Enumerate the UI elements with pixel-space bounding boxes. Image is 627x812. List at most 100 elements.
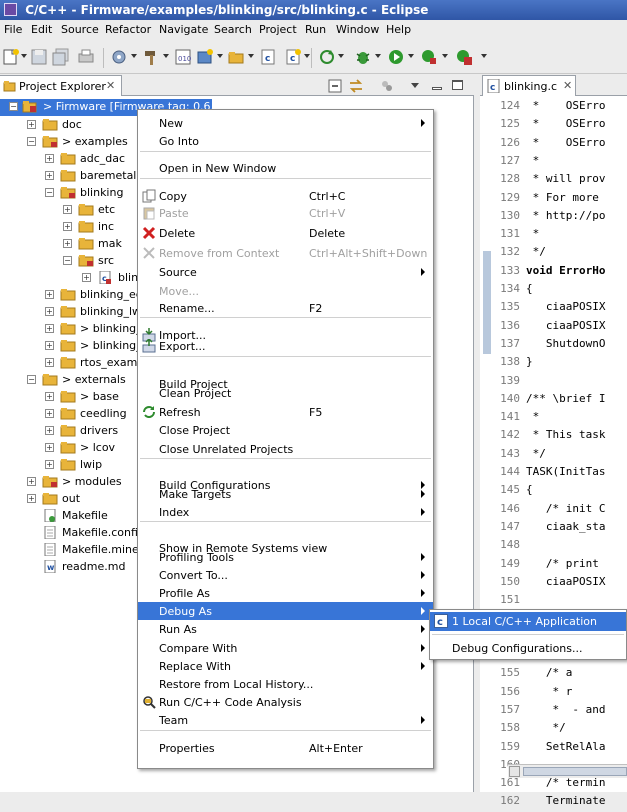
menu-item-properties[interactable]: Properties Alt+Enter bbox=[138, 739, 433, 757]
menu-window[interactable]: Window bbox=[336, 23, 379, 36]
new-icon[interactable] bbox=[2, 48, 20, 66]
run-external-icon[interactable] bbox=[420, 48, 438, 66]
close-icon[interactable]: ✕ bbox=[563, 79, 572, 92]
menu-refactor[interactable]: Refactor bbox=[105, 23, 151, 36]
expand-toggle[interactable]: + bbox=[45, 358, 54, 367]
menu-item-rename[interactable]: Rename... F2 bbox=[138, 299, 433, 317]
menu-item-run-c-c-code-analysis[interactable]: Run C/C++ Code Analysis bbox=[138, 693, 433, 711]
menu-item-delete[interactable]: Delete Delete bbox=[138, 224, 433, 242]
save-icon[interactable] bbox=[30, 48, 48, 66]
menu-source[interactable]: Source bbox=[61, 23, 99, 36]
collapse-toggle[interactable]: − bbox=[63, 256, 72, 265]
menu-item-debug-as[interactable]: Debug As bbox=[138, 602, 433, 620]
menu-item-copy[interactable]: Copy Ctrl+C bbox=[138, 187, 433, 205]
menu-project[interactable]: Project bbox=[259, 23, 297, 36]
expand-toggle[interactable]: + bbox=[45, 290, 54, 299]
debug-icon[interactable] bbox=[354, 48, 372, 66]
eclipse-app-icon bbox=[4, 3, 17, 16]
expand-toggle[interactable]: + bbox=[45, 341, 54, 350]
menu-navigate[interactable]: Navigate bbox=[159, 23, 208, 36]
tree-label: inc bbox=[98, 220, 115, 233]
build-config-icon[interactable] bbox=[110, 48, 128, 66]
horizontal-scrollbar[interactable] bbox=[508, 764, 627, 778]
file-icon bbox=[44, 526, 56, 539]
expand-toggle[interactable]: + bbox=[27, 120, 36, 129]
collapse-toggle[interactable]: − bbox=[9, 102, 18, 111]
collapse-all-icon[interactable] bbox=[328, 79, 342, 93]
expand-toggle[interactable]: + bbox=[27, 477, 36, 486]
new-source-icon[interactable]: c bbox=[284, 48, 302, 66]
view-menu-icon[interactable] bbox=[411, 83, 419, 88]
menu-item-close-project[interactable]: Close Project bbox=[138, 421, 433, 439]
maximize-icon[interactable] bbox=[452, 80, 463, 90]
menu-item-profiling-tools[interactable]: Profiling Tools bbox=[138, 548, 433, 566]
binary-icon[interactable]: 010 bbox=[174, 48, 192, 66]
menu-item-open-in-new-window[interactable]: Open in New Window bbox=[138, 159, 433, 177]
expand-toggle[interactable]: + bbox=[63, 239, 72, 248]
expand-toggle[interactable]: + bbox=[63, 205, 72, 214]
collapse-toggle[interactable]: − bbox=[27, 375, 36, 384]
menu-edit[interactable]: Edit bbox=[31, 23, 52, 36]
print-icon[interactable] bbox=[77, 48, 95, 66]
close-icon[interactable]: ✕ bbox=[106, 79, 115, 92]
menu-item-remove-from-context[interactable]: Remove from Context Ctrl+Alt+Shift+Down bbox=[138, 244, 433, 262]
expand-toggle[interactable]: + bbox=[45, 154, 54, 163]
line-number: 132 bbox=[500, 245, 520, 259]
new-project-icon[interactable] bbox=[196, 48, 214, 66]
expand-toggle[interactable]: + bbox=[45, 392, 54, 401]
save-all-icon[interactable] bbox=[52, 48, 70, 66]
expand-toggle[interactable]: + bbox=[45, 443, 54, 452]
menu-item-make-targets[interactable]: Make Targets bbox=[138, 485, 433, 503]
menu-item-clean-project[interactable]: Clean Project bbox=[138, 384, 433, 402]
expand-toggle[interactable]: + bbox=[45, 426, 54, 435]
expand-toggle[interactable]: + bbox=[45, 171, 54, 180]
expand-toggle[interactable]: + bbox=[45, 460, 54, 469]
menu-help[interactable]: Help bbox=[386, 23, 411, 36]
tab-blinking-c[interactable]: c blinking.c ✕ bbox=[482, 75, 576, 96]
minimize-icon[interactable] bbox=[432, 87, 442, 90]
menu-search[interactable]: Search bbox=[214, 23, 252, 36]
build-hammer-icon[interactable] bbox=[142, 48, 160, 66]
menu-item-profile-as[interactable]: Profile As bbox=[138, 584, 433, 602]
submenu-local-c-app[interactable]: c 1 Local C/C++ Application bbox=[430, 612, 626, 631]
link-editor-icon[interactable] bbox=[348, 79, 364, 93]
menu-item-paste[interactable]: Paste Ctrl+V bbox=[138, 204, 433, 222]
submenu-debug-configurations[interactable]: Debug Configurations... bbox=[430, 639, 626, 658]
new-class-icon[interactable]: c bbox=[259, 48, 277, 66]
external-tools-icon[interactable] bbox=[455, 48, 473, 66]
expand-toggle[interactable]: + bbox=[63, 222, 72, 231]
tab-project-explorer[interactable]: Project Explorer ✕ bbox=[0, 75, 122, 96]
expand-toggle[interactable]: + bbox=[45, 409, 54, 418]
refresh-icon[interactable] bbox=[318, 48, 336, 66]
menu-item-refresh[interactable]: Refresh F5 bbox=[138, 403, 433, 421]
menu-item-move[interactable]: Move... bbox=[138, 282, 433, 300]
expand-toggle[interactable]: + bbox=[82, 273, 91, 282]
run-icon[interactable] bbox=[387, 48, 405, 66]
line-number: 141 bbox=[500, 410, 520, 424]
folder-modified-icon bbox=[42, 136, 58, 148]
menu-item-close-unrelated-projects[interactable]: Close Unrelated Projects bbox=[138, 440, 433, 458]
tree-label: > externals bbox=[62, 373, 126, 386]
new-folder-icon[interactable] bbox=[227, 48, 245, 66]
expand-toggle[interactable]: + bbox=[27, 494, 36, 503]
tab-label: blinking.c bbox=[504, 80, 557, 93]
menu-item-convert-to[interactable]: Convert To... bbox=[138, 566, 433, 584]
menu-item-source[interactable]: Source bbox=[138, 263, 433, 281]
menu-file[interactable]: File bbox=[4, 23, 22, 36]
menu-item-replace-with[interactable]: Replace With bbox=[138, 657, 433, 675]
expand-toggle[interactable]: + bbox=[45, 307, 54, 316]
menu-item-new[interactable]: New bbox=[138, 114, 433, 132]
menu-item-export[interactable]: Export... bbox=[138, 337, 433, 355]
menu-run[interactable]: Run bbox=[305, 23, 326, 36]
menu-item-run-as[interactable]: Run As bbox=[138, 620, 433, 638]
filters-icon[interactable] bbox=[380, 79, 394, 93]
menu-item-go-into[interactable]: Go Into bbox=[138, 132, 433, 150]
menu-item-restore-from-local-history[interactable]: Restore from Local History... bbox=[138, 675, 433, 693]
collapse-toggle[interactable]: − bbox=[27, 137, 36, 146]
collapse-toggle[interactable]: − bbox=[45, 188, 54, 197]
menu-item-team[interactable]: Team bbox=[138, 711, 433, 729]
editor-gutter bbox=[480, 97, 492, 785]
menu-item-compare-with[interactable]: Compare With bbox=[138, 639, 433, 657]
menu-item-index[interactable]: Index bbox=[138, 503, 433, 521]
expand-toggle[interactable]: + bbox=[45, 324, 54, 333]
